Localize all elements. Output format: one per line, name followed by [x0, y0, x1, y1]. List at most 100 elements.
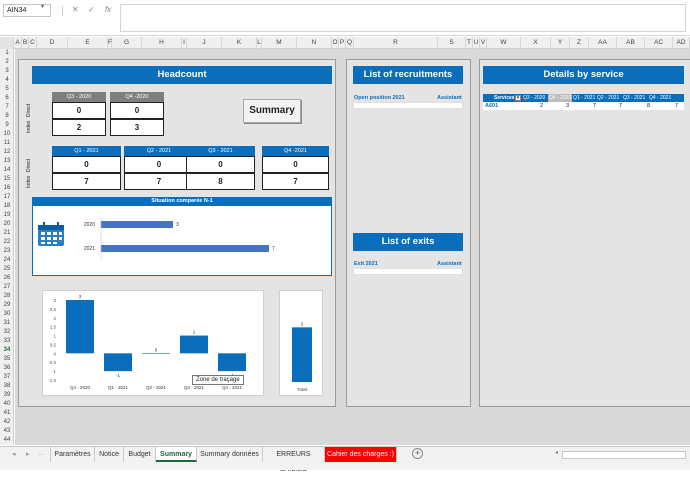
row-header[interactable]: 7 — [0, 103, 14, 112]
column-header[interactable]: M — [262, 37, 297, 49]
row-header[interactable]: 41 — [0, 409, 14, 418]
recruitments-col2: Assistant — [437, 95, 462, 101]
row-header[interactable]: 2 — [0, 58, 14, 67]
row-header[interactable]: 14 — [0, 166, 14, 175]
column-header[interactable]: Z — [570, 37, 589, 49]
row-header[interactable]: 13 — [0, 157, 14, 166]
row-header[interactable]: 40 — [0, 400, 14, 409]
column-header[interactable]: AB — [617, 37, 645, 49]
row-header[interactable]: 4 — [0, 76, 14, 85]
column-header[interactable]: Q — [346, 37, 354, 49]
row-header[interactable]: 35 — [0, 355, 14, 364]
row-header[interactable]: 10 — [0, 130, 14, 139]
row-header[interactable]: 24 — [0, 256, 14, 265]
row-header[interactable]: 38 — [0, 382, 14, 391]
row-header[interactable]: 27 — [0, 283, 14, 292]
direct-value: 7 — [124, 173, 194, 190]
row-header[interactable]: 36 — [0, 364, 14, 373]
summary-button[interactable]: Summary — [243, 99, 301, 123]
row-header[interactable]: 31 — [0, 319, 14, 328]
column-header[interactable]: D — [37, 37, 68, 49]
column-header[interactable]: O — [332, 37, 339, 49]
y-tick-label: 0 — [53, 351, 56, 356]
row-header[interactable]: 17 — [0, 193, 14, 202]
row-header[interactable]: 18 — [0, 202, 14, 211]
formula-input[interactable] — [120, 4, 686, 32]
column-header[interactable]: T — [466, 37, 473, 49]
column-header[interactable]: N — [297, 37, 332, 49]
tab-cahier-des-charges[interactable]: Cahier des charges :) — [325, 447, 397, 462]
select-all-corner[interactable] — [0, 37, 14, 49]
column-header[interactable]: B — [22, 37, 29, 49]
column-header[interactable]: E — [68, 37, 108, 49]
row-header[interactable]: 21 — [0, 229, 14, 238]
more-sheets-icon[interactable]: … — [38, 450, 45, 457]
scroll-left-icon[interactable]: ◂ — [555, 449, 558, 456]
row-header[interactable]: 11 — [0, 139, 14, 148]
function-icon[interactable]: fx — [105, 5, 111, 14]
tab-summary[interactable]: Summary — [156, 447, 197, 462]
row-header[interactable]: 5 — [0, 85, 14, 94]
column-header[interactable]: S — [438, 37, 466, 49]
horizontal-scrollbar[interactable] — [562, 451, 686, 459]
recruitments-row[interactable] — [353, 102, 463, 109]
column-header[interactable]: J — [187, 37, 222, 49]
add-sheet-icon[interactable]: + — [412, 448, 423, 459]
enter-icon[interactable]: ✓ — [88, 5, 95, 14]
row-header[interactable]: 1 — [0, 49, 14, 58]
cancel-icon[interactable]: ✕ — [72, 5, 79, 14]
column-header[interactable]: W — [487, 37, 521, 49]
row-header[interactable]: 30 — [0, 310, 14, 319]
row-header[interactable]: 44 — [0, 436, 14, 445]
row-header[interactable]: 9 — [0, 121, 14, 130]
column-header[interactable]: U — [473, 37, 480, 49]
row-header[interactable]: 34 — [0, 346, 14, 355]
tab-erreurs-saisies[interactable]: ERREURS SAISIES — [263, 447, 325, 473]
column-header[interactable]: K — [222, 37, 257, 49]
tab-notice[interactable]: Notice — [95, 447, 124, 462]
row-header[interactable]: 8 — [0, 112, 14, 121]
column-header[interactable]: H — [142, 37, 182, 49]
exits-row[interactable] — [353, 268, 463, 275]
tab-budget[interactable]: Budget — [124, 447, 156, 462]
row-header[interactable]: 16 — [0, 184, 14, 193]
column-header[interactable]: C — [29, 37, 37, 49]
direct-value: 8 — [186, 173, 255, 190]
row-header[interactable]: 12 — [0, 148, 14, 157]
row-header[interactable]: 37 — [0, 373, 14, 382]
row-header[interactable]: 3 — [0, 67, 14, 76]
filter-dropdown-icon[interactable]: ▾ — [515, 95, 521, 101]
chevron-down-icon[interactable]: ▾ — [41, 3, 44, 10]
next-sheet-icon[interactable]: ▸ — [26, 450, 30, 458]
row-header[interactable]: 43 — [0, 427, 14, 436]
details-service: A601 — [485, 103, 499, 109]
column-header[interactable]: AC — [645, 37, 673, 49]
row-header[interactable]: 42 — [0, 418, 14, 427]
column-header[interactable]: AA — [589, 37, 617, 49]
column-header[interactable]: Y — [551, 37, 570, 49]
column-header[interactable]: AD — [673, 37, 690, 49]
column-header[interactable]: X — [521, 37, 551, 49]
row-header[interactable]: 23 — [0, 247, 14, 256]
row-header[interactable]: 32 — [0, 328, 14, 337]
row-header[interactable]: 29 — [0, 301, 14, 310]
row-header[interactable]: 22 — [0, 238, 14, 247]
row-header[interactable]: 28 — [0, 292, 14, 301]
row-header[interactable]: 39 — [0, 391, 14, 400]
row-header[interactable]: 19 — [0, 211, 14, 220]
row-header[interactable]: 15 — [0, 175, 14, 184]
row-header[interactable]: 25 — [0, 265, 14, 274]
row-header[interactable]: 26 — [0, 274, 14, 283]
worksheet-grid[interactable]: Headcount Index Direct Q3 - 2020 0 2 Q4 … — [15, 49, 690, 445]
column-header[interactable]: A — [14, 37, 22, 49]
row-header[interactable]: 6 — [0, 94, 14, 103]
column-header[interactable]: P — [339, 37, 346, 49]
tab-parametres[interactable]: Paramètres — [50, 447, 95, 462]
column-header[interactable]: R — [354, 37, 438, 49]
tab-summary-donnees[interactable]: Summary données — [197, 447, 263, 462]
row-header[interactable]: 20 — [0, 220, 14, 229]
column-header[interactable]: G — [112, 37, 142, 49]
prev-sheet-icon[interactable]: ◂ — [12, 450, 16, 458]
column-header[interactable]: V — [480, 37, 487, 49]
row-header[interactable]: 33 — [0, 337, 14, 346]
